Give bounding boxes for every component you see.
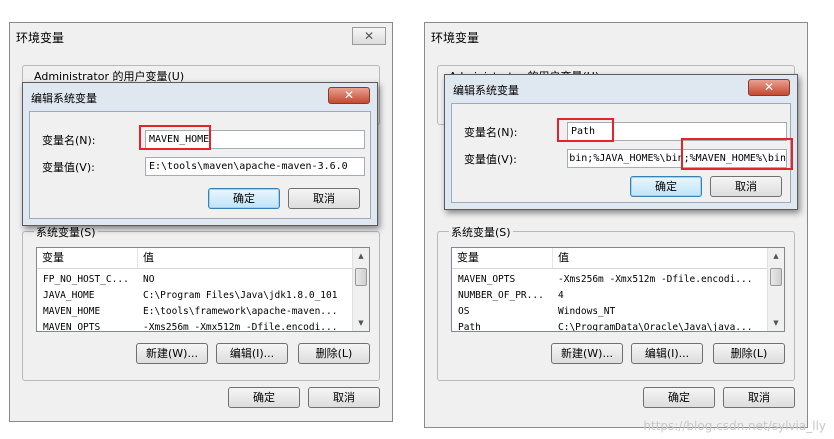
new-variable-button[interactable]: 新建(W)... [551, 343, 623, 364]
dialog-title: 编辑系统变量 [453, 84, 519, 97]
system-vars-label: 系统变量(S) [34, 224, 98, 240]
column-header-name[interactable]: 变量 [37, 248, 137, 268]
table-row[interactable]: MAVEN_OPTS -Xms256m -Xmx512m -Dfile.enco… [37, 320, 353, 332]
list-header: 变量 值 [452, 248, 768, 269]
row-value: Windows_NT [558, 306, 616, 317]
ok-button[interactable]: 确定 [643, 387, 715, 408]
window-title: 环境变量 [431, 31, 480, 45]
watermark: https://blog.csdn.net/sylvia_lly [643, 419, 826, 433]
system-vars-label: 系统变量(S) [449, 224, 513, 240]
close-icon[interactable]: ✕ [328, 87, 370, 104]
new-variable-button[interactable]: 新建(W)... [136, 343, 208, 364]
window-title: 环境变量 [16, 31, 65, 45]
row-value: C:\Program Files\Java\jdk1.8.0_101 [143, 290, 338, 301]
row-name: Path [458, 322, 481, 332]
table-row[interactable]: Path C:\ProgramData\Oracle\Java\java... [452, 320, 768, 332]
title-bar: 环境变量 ✕ [10, 23, 392, 49]
row-name: OS [458, 306, 470, 317]
highlight-box [139, 125, 211, 150]
edit-variable-button[interactable]: 编辑(I)... [216, 343, 288, 364]
scroll-down-icon[interactable]: ▼ [353, 315, 369, 331]
system-vars-list[interactable]: 变量 值 MAVEN_OPTS -Xms256m -Xmx512m -Dfile… [451, 247, 785, 332]
row-name: MAVEN_OPTS [43, 322, 101, 332]
table-row[interactable]: NUMBER_OF_PR... 4 [452, 288, 768, 304]
scroll-up-icon[interactable]: ▲ [768, 248, 784, 264]
vertical-scrollbar[interactable]: ▲ ▼ [767, 248, 784, 331]
scroll-down-icon[interactable]: ▼ [768, 315, 784, 331]
row-value: 4 [558, 290, 564, 301]
column-header-value[interactable]: 值 [137, 248, 355, 268]
highlight-box [681, 138, 793, 170]
edit-variable-button[interactable]: 编辑(I)... [631, 343, 703, 364]
close-icon[interactable]: ✕ [748, 79, 790, 96]
row-value: NO [143, 274, 155, 285]
ok-button[interactable]: 确定 [228, 387, 300, 408]
scroll-up-icon[interactable]: ▲ [353, 248, 369, 264]
delete-variable-button[interactable]: 删除(L) [713, 343, 785, 364]
cancel-button[interactable]: 取消 [308, 387, 380, 408]
scroll-thumb[interactable] [355, 268, 367, 286]
variable-value-field[interactable]: E:\tools\maven\apache-maven-3.6.0 [145, 157, 365, 176]
row-value: -Xms256m -Xmx512m -Dfile.encodi... [143, 322, 338, 332]
delete-variable-button[interactable]: 删除(L) [298, 343, 370, 364]
row-name: NUMBER_OF_PR... [458, 290, 544, 301]
row-name: JAVA_HOME [43, 290, 95, 301]
table-row[interactable]: JAVA_HOME C:\Program Files\Java\jdk1.8.0… [37, 288, 353, 304]
variable-value-label: 变量值(V): [464, 153, 517, 166]
vertical-scrollbar[interactable]: ▲ ▼ [352, 248, 369, 331]
edit-system-variable-dialog-left: 编辑系统变量 ✕ 变量名(N): MAVEN_HOME 变量值(V): E:\t… [22, 82, 378, 226]
highlight-box [557, 118, 614, 142]
dialog-cancel-button[interactable]: 取消 [710, 176, 782, 197]
variable-value-label: 变量值(V): [42, 161, 95, 174]
table-row[interactable]: OS Windows_NT [452, 304, 768, 320]
row-value: -Xms256m -Xmx512m -Dfile.encodi... [558, 274, 753, 285]
cancel-button[interactable]: 取消 [723, 387, 795, 408]
row-value: E:\tools\framework\apache-maven... [143, 306, 338, 317]
row-name: MAVEN_OPTS [458, 274, 516, 285]
dialog-ok-button[interactable]: 确定 [630, 176, 702, 197]
table-row[interactable]: FP_NO_HOST_C... NO [37, 272, 353, 288]
title-bar: 环境变量 [425, 23, 807, 49]
variable-name-label: 变量名(N): [464, 126, 518, 139]
column-header-name[interactable]: 变量 [452, 248, 552, 268]
dialog-ok-button[interactable]: 确定 [208, 188, 280, 209]
scroll-thumb[interactable] [770, 268, 782, 286]
dialog-cancel-button[interactable]: 取消 [288, 188, 360, 209]
close-icon[interactable]: ✕ [352, 27, 386, 45]
row-name: MAVEN_HOME [43, 306, 101, 317]
system-vars-list[interactable]: 变量 值 FP_NO_HOST_C... NO JAVA_HOME C:\Pro… [36, 247, 370, 332]
table-row[interactable]: MAVEN_OPTS -Xms256m -Xmx512m -Dfile.enco… [452, 272, 768, 288]
row-name: FP_NO_HOST_C... [43, 274, 129, 285]
column-header-value[interactable]: 值 [552, 248, 770, 268]
variable-name-label: 变量名(N): [42, 134, 96, 147]
row-value: C:\ProgramData\Oracle\Java\java... [558, 322, 753, 332]
table-row[interactable]: MAVEN_HOME E:\tools\framework\apache-mav… [37, 304, 353, 320]
dialog-title: 编辑系统变量 [31, 92, 97, 105]
list-header: 变量 值 [37, 248, 353, 269]
